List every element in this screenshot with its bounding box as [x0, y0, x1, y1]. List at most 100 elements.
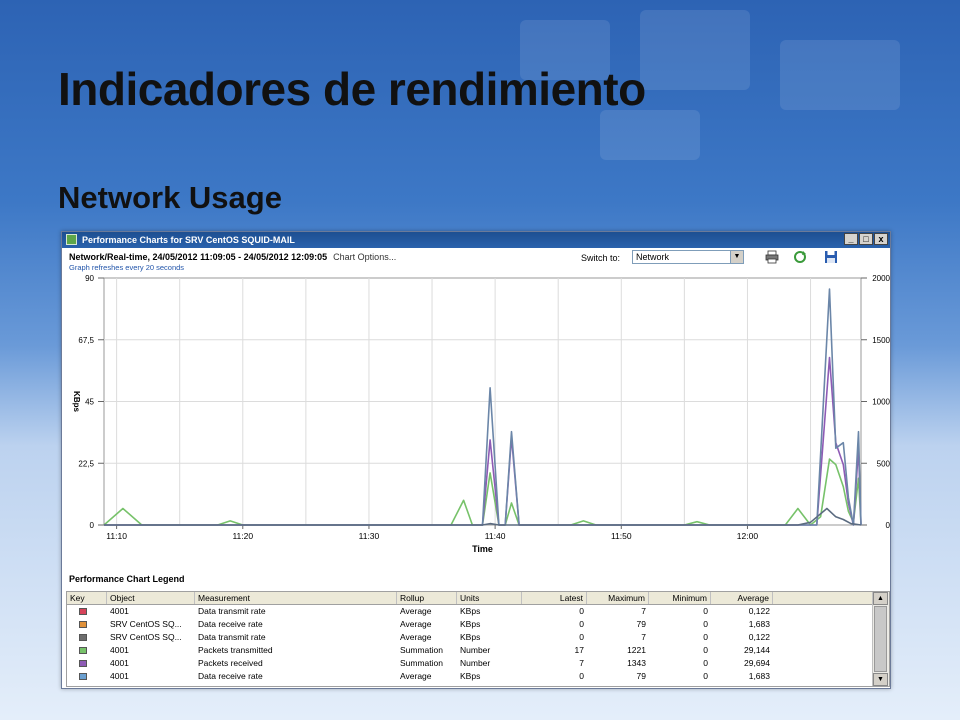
y-left-axis-label: KBps [72, 391, 81, 412]
window-controls: _ □ x [844, 233, 888, 245]
legend-cell-measurement: Packets transmitted [198, 645, 273, 655]
legend-cell-average: 0,122 [748, 632, 770, 642]
legend-header-object[interactable]: Object [107, 592, 195, 604]
legend-cell-rollup: Summation [400, 658, 443, 668]
switch-to-select[interactable]: Network ▼ [632, 250, 744, 264]
legend-cell-minimum: 0 [703, 658, 708, 668]
legend-header-key[interactable]: Key [67, 592, 107, 604]
performance-window: Performance Charts for SRV CentOS SQUID-… [61, 231, 891, 689]
y-right-tick-label: 500 [877, 459, 890, 468]
legend-cell-object: SRV CentOS SQ... [110, 619, 182, 629]
legend-cell-maximum: 79 [636, 671, 646, 681]
x-tick-label: 11:50 [611, 531, 632, 541]
legend-header-maximum[interactable]: Maximum [587, 592, 649, 604]
legend-scrollbar[interactable]: ▲ ▼ [872, 592, 889, 686]
window-titlebar[interactable]: Performance Charts for SRV CentOS SQUID-… [62, 232, 890, 248]
legend-cell-latest: 7 [579, 658, 584, 668]
legend-row[interactable]: SRV CentOS SQ... Data receive rate Average… [67, 618, 873, 631]
legend-cell-average: 1,683 [748, 671, 770, 681]
y-left-tick-label: 90 [85, 274, 94, 283]
y-right-tick-label: 1500 [872, 336, 890, 345]
legend-cell-object: 4001 [110, 658, 129, 668]
background-tile [640, 10, 750, 90]
refresh-icon[interactable] [793, 250, 807, 264]
close-button[interactable]: x [874, 233, 888, 245]
legend-row[interactable]: SRV CentOS SQ... Data transmit rate Averag… [67, 631, 873, 644]
scroll-up-button[interactable]: ▲ [873, 592, 888, 605]
x-tick-label: 11:30 [359, 531, 380, 541]
legend-cell-latest: 0 [579, 632, 584, 642]
legend-cell-maximum: 1343 [627, 658, 646, 668]
printer-icon[interactable] [765, 250, 779, 264]
legend-color-swatch [79, 608, 87, 615]
maximize-button[interactable]: □ [859, 233, 873, 245]
legend-row[interactable]: 4001 Packets received Summation Number 7 1343… [67, 657, 873, 670]
save-icon[interactable] [824, 250, 838, 264]
legend-cell-minimum: 0 [703, 645, 708, 655]
chevron-down-icon[interactable]: ▼ [730, 251, 743, 263]
legend-cell-units: KBps [460, 606, 481, 616]
legend-cell-object: 4001 [110, 606, 129, 616]
legend-header-average[interactable]: Average [711, 592, 773, 604]
legend-cell-average: 0,122 [748, 606, 770, 616]
chart-options-link[interactable]: Chart Options... [333, 252, 396, 262]
legend-row[interactable]: 4001 Data transmit rate Average KBps 0 7 0 0,12… [67, 605, 873, 618]
legend-color-swatch [79, 673, 87, 680]
legend-cell-measurement: Data receive rate [198, 619, 263, 629]
legend-cell-measurement: Packets received [198, 658, 263, 668]
legend-cell-measurement: Data transmit rate [198, 606, 266, 616]
legend-color-swatch [79, 660, 87, 667]
legend-cell-latest: 0 [579, 671, 584, 681]
legend-cell-measurement: Data transmit rate [198, 632, 266, 642]
y-right-tick-label: 0 [886, 521, 890, 530]
y-left-tick-label: 0 [90, 521, 95, 530]
x-tick-label: 11:10 [106, 531, 127, 541]
legend-cell-object: 4001 [110, 645, 129, 655]
legend-cell-average: 29,694 [744, 658, 770, 668]
legend-cell-units: Number [460, 658, 491, 668]
legend-header-latest[interactable]: Latest [522, 592, 587, 604]
minimize-button[interactable]: _ [844, 233, 858, 245]
legend-cell-latest: 0 [579, 606, 584, 616]
legend-cell-units: KBps [460, 619, 481, 629]
legend-cell-units: KBps [460, 671, 481, 681]
x-tick-label: 12:00 [737, 531, 759, 541]
scroll-thumb[interactable] [874, 606, 887, 672]
legend-color-swatch [79, 621, 87, 628]
legend-cell-object: 4001 [110, 671, 129, 681]
slide-subtitle: Network Usage [58, 180, 282, 215]
legend-cell-rollup: Average [400, 632, 432, 642]
legend-table: Key Object Measurement Rollup Units Latest Max… [66, 591, 890, 687]
y-left-tick-label: 67,5 [78, 336, 94, 345]
legend-cell-average: 1,683 [748, 619, 770, 629]
x-tick-label: 11:20 [232, 531, 253, 541]
legend-cell-object: SRV CentOS SQ... [110, 632, 182, 642]
legend-cell-units: Number [460, 645, 491, 655]
legend-cell-maximum: 7 [641, 606, 646, 616]
legend-cell-rollup: Average [400, 606, 432, 616]
legend-cell-units: KBps [460, 632, 481, 642]
legend-cell-minimum: 0 [703, 619, 708, 629]
scroll-down-button[interactable]: ▼ [873, 673, 888, 686]
legend-cell-minimum: 0 [703, 606, 708, 616]
y-left-tick-label: 45 [85, 398, 94, 407]
legend-header-measurement[interactable]: Measurement [195, 592, 397, 604]
legend-cell-measurement: Data receive rate [198, 671, 263, 681]
y-right-tick-label: 1000 [872, 398, 890, 407]
background-tile [780, 40, 900, 110]
legend-header-units[interactable]: Units [457, 592, 522, 604]
legend-cell-maximum: 1221 [627, 645, 646, 655]
chart-range: Network/Real-time, 24/05/2012 11:09:05 -… [69, 252, 396, 262]
background-tile [600, 110, 700, 160]
legend-row[interactable]: 4001 Packets transmitted Summation Number 17… [67, 644, 873, 657]
legend-header-rollup[interactable]: Rollup [397, 592, 457, 604]
network-chart: 0 22,5 45 67,5 90 0 500 1000 1500 2000 11:10 11:20 1… [72, 274, 890, 554]
legend-cell-average: 29,144 [744, 645, 770, 655]
x-axis-label: Time [472, 544, 493, 554]
legend-cell-minimum: 0 [703, 671, 708, 681]
x-tick-label: 11:40 [485, 531, 506, 541]
legend-header-row: Key Object Measurement Rollup Units Latest Max… [67, 592, 873, 605]
legend-row[interactable]: 4001 Data receive rate Average KBps 0 79 0 1,68… [67, 670, 873, 683]
legend-header-minimum[interactable]: Minimum [649, 592, 711, 604]
switch-label: Switch to: [581, 253, 621, 263]
